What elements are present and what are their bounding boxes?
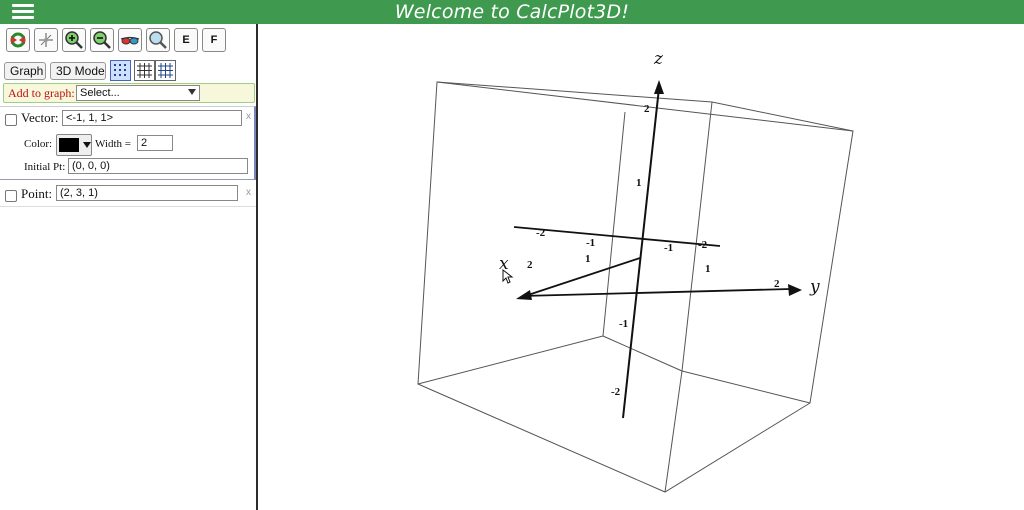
axes [513,80,802,419]
chevron-down-icon [188,89,196,95]
z-axis [622,87,660,419]
plot-svg: 2 1 -1 -2 -2 -1 1 2 -1 -2 1 2 z x y [417,49,854,493]
z-axis-arrow [654,80,664,94]
grid-lines-icon[interactable] [134,60,155,81]
vector-panel: Vector: <-1, 1, 1> x Color: Width = 2 In… [0,106,256,180]
z-axis-label: z [653,49,664,69]
axes-settings-icon[interactable] [34,28,58,52]
initial-point-input[interactable]: (0, 0, 0) [68,158,248,174]
x-axis-arrow [516,290,532,300]
z-tick-neg2: -2 [611,386,621,398]
grid-box-icon[interactable] [155,60,176,81]
y-tick-2: 2 [774,278,780,290]
box-floor-edge [602,335,683,372]
x-axis-line [524,257,641,297]
add-to-graph-select[interactable]: Select... [76,85,200,101]
grid-dots-icon[interactable] [110,60,131,81]
vector-checkbox[interactable] [5,114,17,126]
point-panel: Point: (2, 3, 1) x [0,183,256,207]
zoom-in-icon[interactable] [62,28,86,52]
zoom-out-icon[interactable] [90,28,114,52]
z-tick-1: 1 [636,177,642,189]
width-label: Width = [95,138,132,150]
plot-area[interactable]: 2 1 -1 -2 -2 -1 1 2 -1 -2 1 2 z x y [258,24,1024,510]
z-tick-neg1: -1 [619,318,628,330]
z-tick-2: 2 [644,103,650,115]
y-axis-label: y [809,277,820,297]
app-title: Welcome to CalcPlot3D! [394,1,630,23]
3d-mode-button[interactable]: 3D Mode [50,62,106,80]
box-outline [417,81,854,493]
color-swatch [59,138,79,152]
point-close-icon[interactable]: x [246,187,251,198]
vector-close-icon[interactable]: x [246,111,251,122]
x-tick-1: 1 [585,253,591,265]
point-checkbox[interactable] [5,190,17,202]
y-tick-neg1: -1 [664,242,673,254]
color-label: Color: [24,138,53,150]
add-to-graph-label: Add to graph: [8,86,75,100]
3d-glasses-icon[interactable] [118,28,142,52]
header-bar: Welcome to CalcPlot3D! [0,0,1024,24]
point-label: Point: [21,186,53,201]
y-axis-line [521,288,791,297]
vector-input[interactable]: <-1, 1, 1> [62,110,242,126]
x-tick-2: 2 [527,259,533,271]
y-tick-neg2: -2 [698,239,708,251]
x-tick-neg1: -1 [586,237,595,249]
zoom-fit-icon[interactable] [146,28,170,52]
box-right-edge [664,370,683,493]
x-tick-neg2: -2 [536,227,546,239]
reset-rotate-icon[interactable] [6,28,30,52]
f-button[interactable]: F [202,28,226,52]
box-back-edge [681,101,811,404]
y-axis-arrow [788,284,802,296]
color-picker[interactable] [56,134,92,156]
chevron-down-icon [83,142,91,148]
e-button[interactable]: E [174,28,198,52]
y-tick-1: 1 [705,263,711,275]
width-input[interactable]: 2 [137,135,173,151]
bounding-box [417,81,854,493]
add-to-graph-row: Add to graph: Select... [3,83,255,103]
vector-label: Vector: [21,110,59,125]
initial-point-label: Initial Pt: [24,161,66,173]
point-input[interactable]: (2, 3, 1) [56,185,238,201]
graph-button[interactable]: Graph [4,62,46,80]
add-to-graph-selected: Select... [80,87,120,99]
